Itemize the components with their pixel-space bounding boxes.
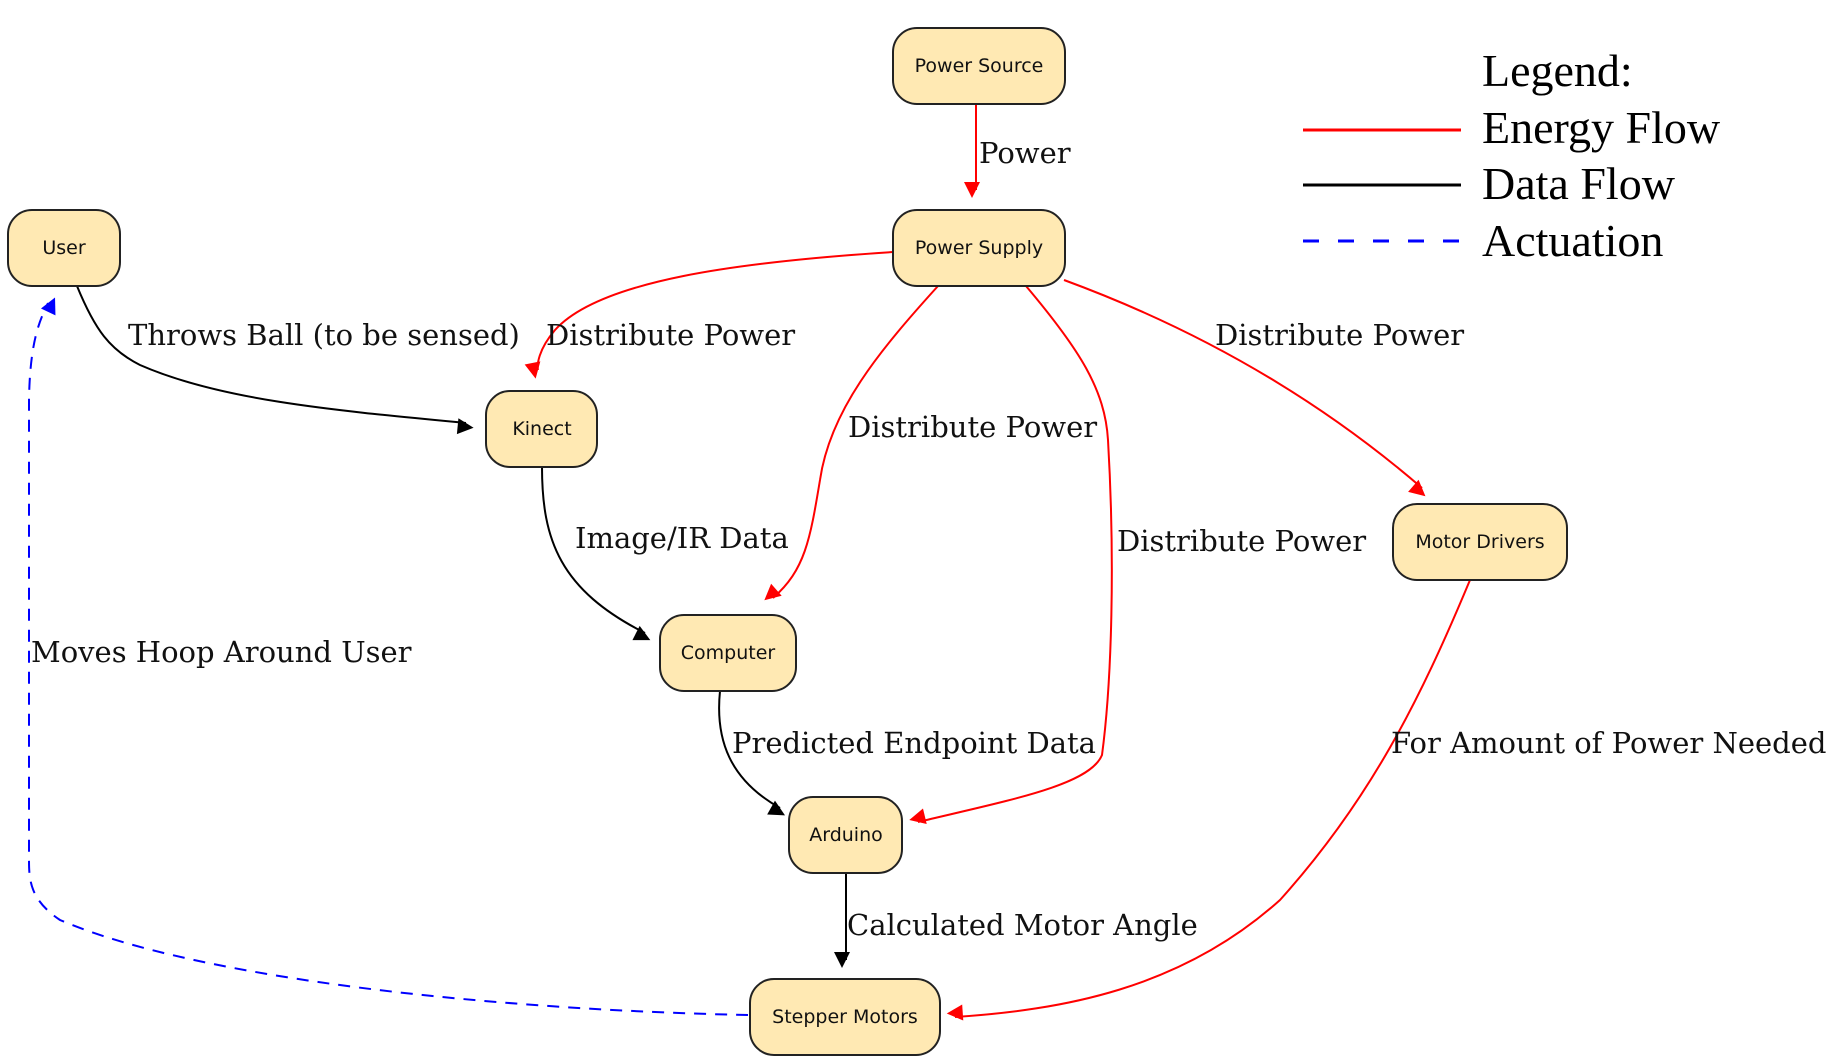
edge-label-for-amount-of-power-needed: For Amount of Power Needed <box>1391 726 1826 760</box>
legend-label-energy-flow: Energy Flow <box>1482 102 1721 153</box>
legend-label-data-flow: Data Flow <box>1482 158 1676 209</box>
node-label-user: User <box>42 237 85 259</box>
edge-user-to-kinect <box>76 285 474 435</box>
node-stepper-motors[interactable]: Stepper Motors <box>749 978 941 1056</box>
node-power-source[interactable]: Power Source <box>892 27 1066 105</box>
legend-label-actuation: Actuation <box>1482 215 1663 266</box>
node-motor-drivers[interactable]: Motor Drivers <box>1392 503 1568 581</box>
node-arduino[interactable]: Arduino <box>788 796 903 874</box>
node-label-stepper-motors: Stepper Motors <box>772 1006 918 1028</box>
node-power-supply[interactable]: Power Supply <box>892 209 1066 287</box>
node-label-motor-drivers: Motor Drivers <box>1415 531 1544 553</box>
edge-label-image-ir-data: Image/IR Data <box>575 521 789 555</box>
edge-label-throws-ball: Throws Ball (to be sensed) <box>128 318 520 352</box>
edges <box>28 104 1471 1021</box>
edge-label-distribute-power-kinect: Distribute Power <box>546 318 795 352</box>
legend-title: Legend: <box>1482 45 1633 96</box>
legend: Legend: Energy Flow Data Flow Actuation <box>1303 45 1721 266</box>
node-user[interactable]: User <box>7 209 121 287</box>
flow-diagram: Power Distribute Power Distribute Power … <box>7 27 1826 1056</box>
node-label-arduino: Arduino <box>809 824 883 846</box>
edge-label-distribute-power-motor-drivers: Distribute Power <box>1215 318 1464 352</box>
node-computer[interactable]: Computer <box>659 614 797 692</box>
edge-label-power: Power <box>979 136 1071 170</box>
edge-label-distribute-power-arduino: Distribute Power <box>1117 524 1366 558</box>
edge-power-supply-to-kinect <box>524 251 894 379</box>
edge-label-calculated-motor-angle: Calculated Motor Angle <box>847 908 1198 942</box>
node-kinect[interactable]: Kinect <box>485 390 598 468</box>
edge-motor-drivers-to-stepper-motors <box>946 579 1471 1021</box>
node-label-kinect: Kinect <box>512 418 571 440</box>
node-label-power-supply: Power Supply <box>915 237 1043 259</box>
edge-label-distribute-power-computer: Distribute Power <box>848 410 1097 444</box>
edge-power-supply-to-motor-drivers <box>1063 279 1426 497</box>
node-label-computer: Computer <box>681 642 776 664</box>
edge-label-moves-hoop: Moves Hoop Around User <box>31 635 412 669</box>
node-label-power-source: Power Source <box>915 55 1044 77</box>
edge-label-predicted-endpoint-data: Predicted Endpoint Data <box>732 726 1096 760</box>
